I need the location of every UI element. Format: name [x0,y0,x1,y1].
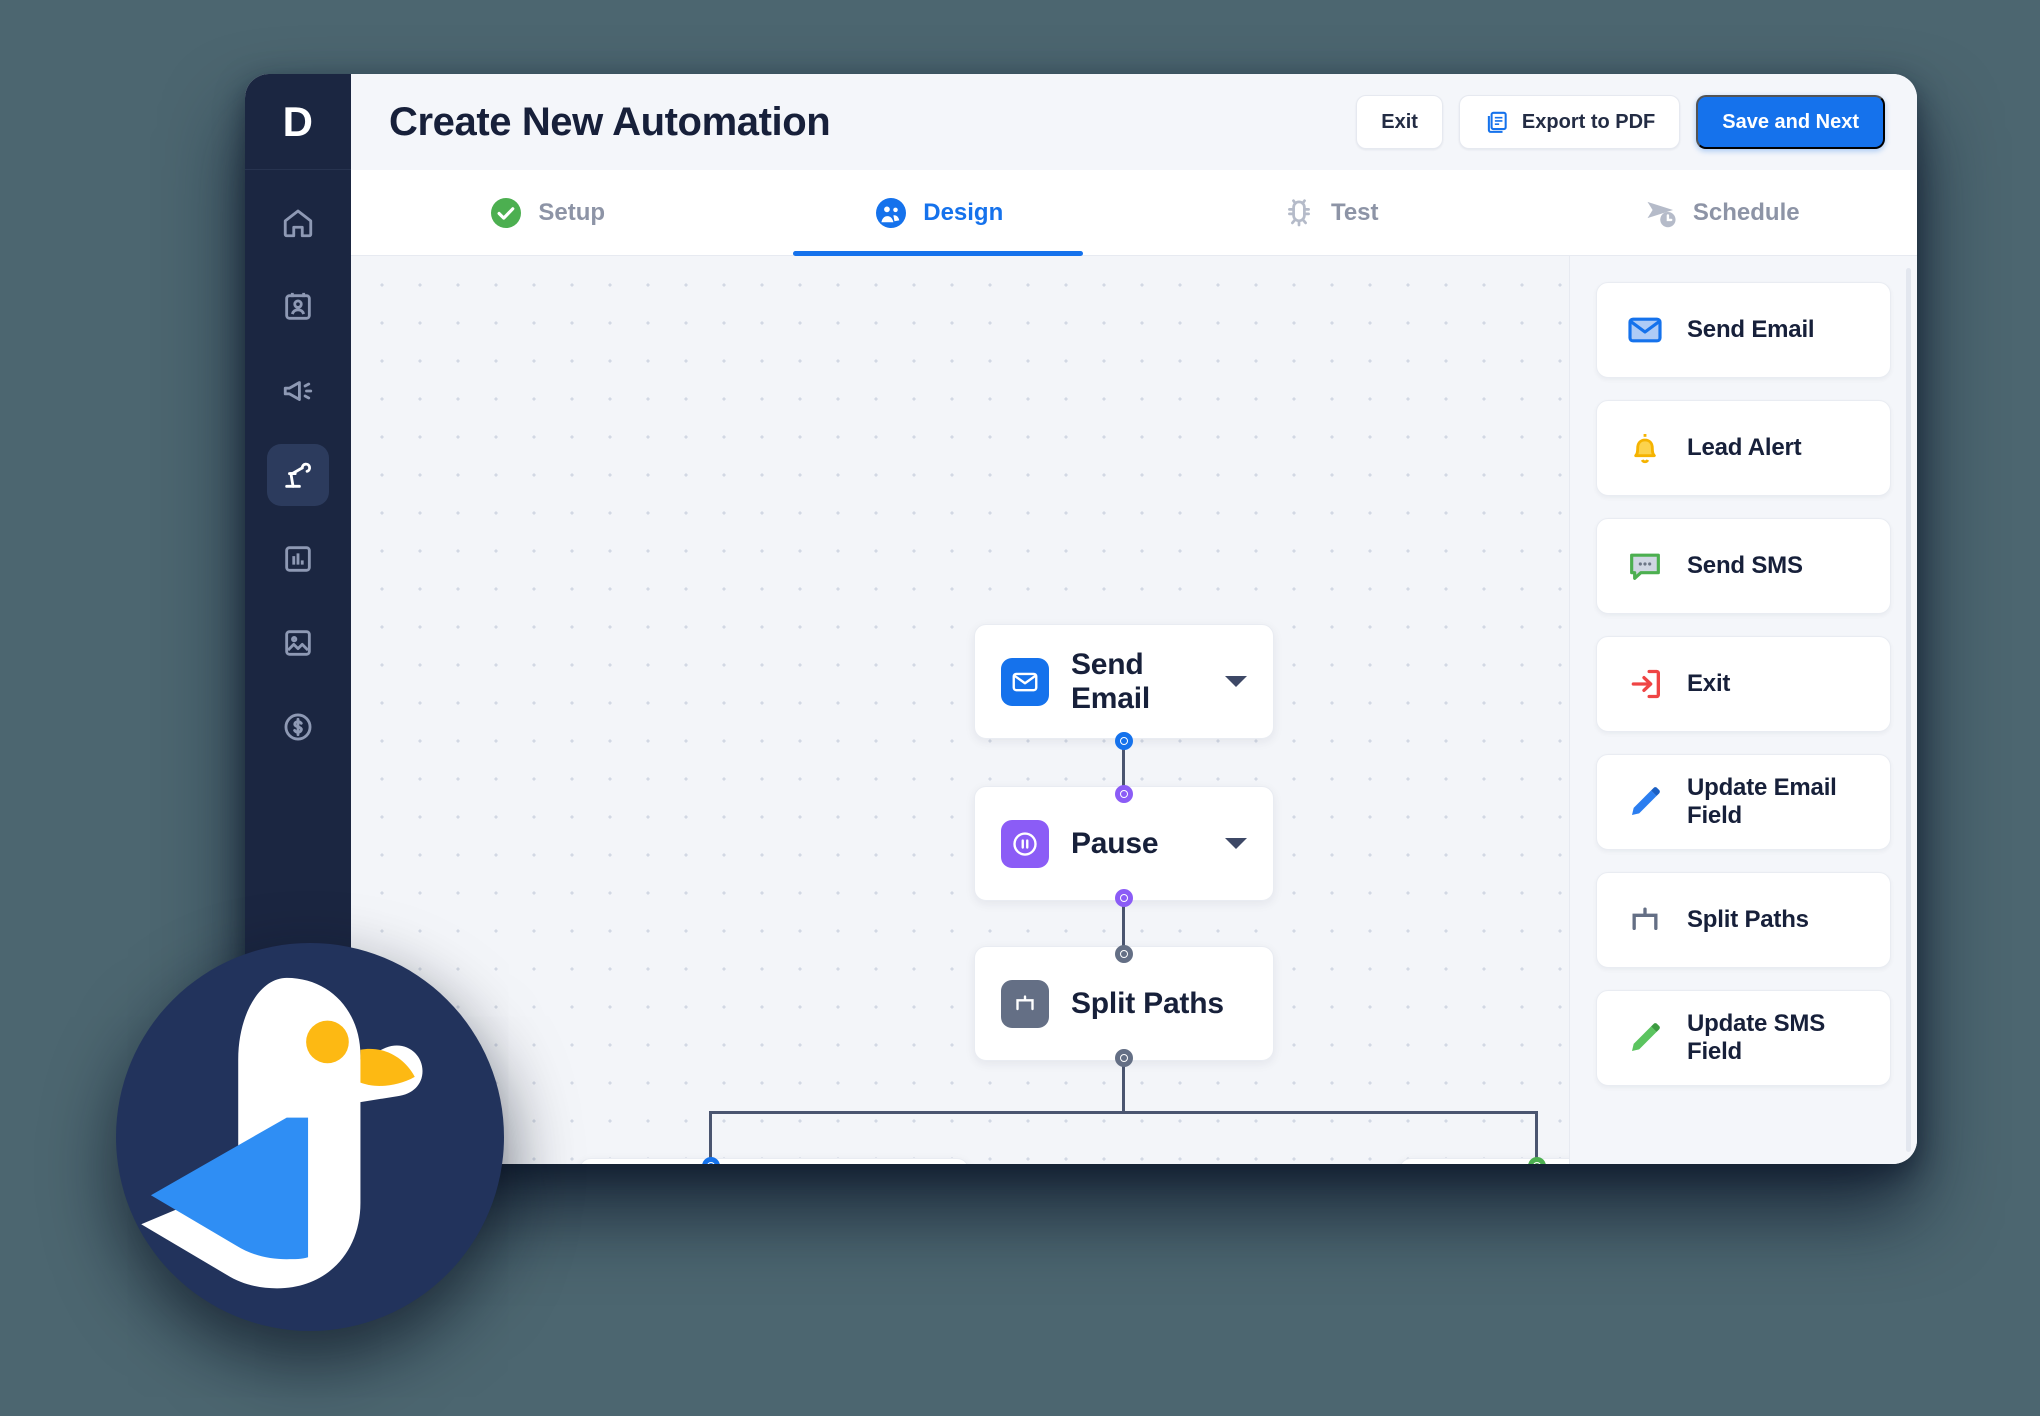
header-actions: Exit Export to PDF Save and Next [1356,95,1885,149]
envelope-outline-icon [1625,310,1665,350]
edge-branch-left [709,1111,712,1158]
dove-logo [141,977,423,1289]
app-header: Create New Automation Exit Export to PDF… [351,74,1917,170]
node-split-paths[interactable]: Split Paths [974,946,1274,1061]
tab-test-label: Test [1330,198,1379,226]
save-button-label: Save and Next [1722,110,1859,133]
sidebar-item-campaigns[interactable] [267,360,329,422]
contact-card-icon [281,290,315,324]
palette-item-split-paths[interactable]: Split Paths [1596,872,1891,968]
connector-dot[interactable] [1115,945,1133,963]
palette-item-label: Exit [1687,670,1731,697]
tab-design-label: Design [923,198,1004,226]
content-area: Send Email Pause Split Paths Send Email … [351,256,1917,1164]
palette-item-label: Lead Alert [1687,434,1802,461]
node-pause[interactable]: Pause [974,786,1274,901]
split-paths-outline-icon [1625,900,1665,940]
envelope-icon [1001,657,1049,706]
node-send-email-top[interactable]: Send Email [974,624,1274,739]
tab-setup-label: Setup [538,198,606,226]
connector-dot[interactable] [1115,785,1133,803]
edge-branch-bar [709,1111,1538,1114]
flow-graph: Send Email Pause Split Paths [351,256,1569,1164]
main-column: Create New Automation Exit Export to PDF… [351,74,1917,1164]
page-title: Create New Automation [389,99,831,144]
app-window: D Create New Automation Exit Export to P… [245,74,1917,1164]
node-label: Pause [1071,826,1159,860]
palette-item-label: Update Email Field [1687,774,1837,829]
automation-canvas[interactable]: Send Email Pause Split Paths [351,256,1569,1164]
sidebar-item-contacts[interactable] [267,276,329,338]
edge-branch-right [1535,1111,1538,1158]
exit-arrow-icon [1625,664,1665,704]
automation-robot-icon [281,458,315,492]
palette-item-lead-alert[interactable]: Lead Alert [1596,400,1891,496]
export-button-label: Export to PDF [1521,110,1656,133]
connector-dot[interactable] [1115,1049,1133,1067]
pdf-icon [1484,109,1510,135]
palette-item-update-email-field[interactable]: Update Email Field [1596,754,1891,850]
node-label: Send Email [1071,647,1151,715]
tab-schedule[interactable]: Schedule [1526,170,1918,255]
bug-icon [1281,195,1317,231]
palette-item-label: Send Email [1687,316,1815,343]
connector-dot[interactable] [1115,732,1133,750]
megaphone-icon [281,374,315,408]
palette-item-send-sms[interactable]: Send SMS [1596,518,1891,614]
pencil-blue-icon [1625,782,1665,822]
palette-item-label: Update SMS Field [1687,1010,1826,1065]
dove-logo-badge [116,943,504,1331]
analytics-chart-icon [281,542,315,576]
sidebar-item-home[interactable] [267,192,329,254]
audience-icon [873,195,909,231]
save-and-next-button[interactable]: Save and Next [1696,95,1885,149]
action-palette: Send Email Lead Alert Send SMS Exit Upda… [1569,256,1917,1164]
sidebar-item-analytics[interactable] [267,528,329,590]
palette-item-label: Send SMS [1687,552,1803,579]
split-paths-icon [1001,979,1049,1028]
pencil-green-icon [1625,1018,1665,1058]
bell-icon [1625,428,1665,468]
brand-logo[interactable]: D [245,74,351,170]
tab-schedule-label: Schedule [1692,198,1800,226]
image-icon [281,626,315,660]
sidebar-item-media[interactable] [267,612,329,674]
billing-dollar-icon [281,710,315,744]
sidebar-item-billing[interactable] [267,696,329,758]
chevron-down-icon[interactable] [1225,838,1247,849]
exit-button[interactable]: Exit [1356,95,1443,149]
chevron-down-icon[interactable] [1225,676,1247,687]
connector-dot[interactable] [1115,889,1133,907]
node-send-email-branch[interactable]: Send Email [579,1158,969,1164]
tab-design[interactable]: Design [743,170,1135,255]
palette-item-label: Split Paths [1687,906,1809,933]
node-label: Split Paths [1071,986,1224,1020]
screenshot-stage: D Create New Automation Exit Export to P… [0,0,2040,1416]
sms-bubble-outline-icon [1625,546,1665,586]
sidebar-item-automation[interactable] [267,444,329,506]
palette-item-send-email[interactable]: Send Email [1596,282,1891,378]
palette-item-exit[interactable]: Exit [1596,636,1891,732]
home-icon [281,206,315,240]
pause-circle-icon [1001,819,1049,868]
window-body: D Create New Automation Exit Export to P… [245,74,1917,1164]
exit-button-label: Exit [1381,110,1418,133]
export-to-pdf-button[interactable]: Export to PDF [1458,95,1681,149]
tab-test[interactable]: Test [1134,170,1526,255]
step-tabs: Setup Design Test Schedule [351,170,1917,256]
palette-item-update-sms-field[interactable]: Update SMS Field [1596,990,1891,1086]
tab-setup[interactable]: Setup [351,170,743,255]
palette-scrollbar[interactable] [1906,268,1911,1152]
send-clock-icon [1643,195,1679,231]
check-circle-icon [488,195,524,231]
